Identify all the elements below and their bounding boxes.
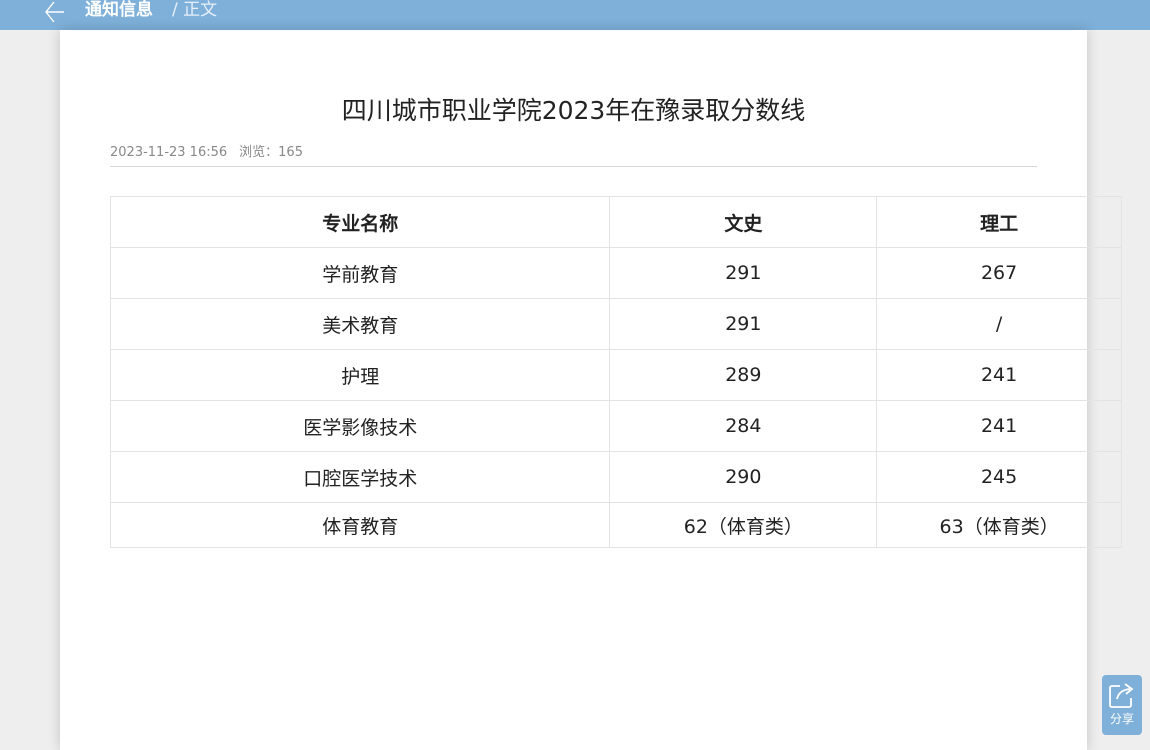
- publish-date: 2023-11-23 16:56: [110, 145, 228, 160]
- table-row: 美术教育 291 /: [109, 298, 1122, 350]
- table-row: 护理 289 241: [109, 349, 1122, 401]
- liberal-arts-score-cell: 291: [609, 298, 878, 350]
- liberal-arts-score-cell: 284: [609, 400, 878, 452]
- share-icon: [1102, 679, 1142, 711]
- table-row: 医学影像技术 284 241: [109, 400, 1122, 452]
- science-score-cell: 241: [876, 349, 1122, 401]
- major-cell: 美术教育: [109, 298, 611, 350]
- liberal-arts-score-cell: 291: [609, 247, 878, 299]
- major-cell: 护理: [109, 349, 611, 401]
- science-score-cell: /: [876, 298, 1122, 350]
- back-button[interactable]: [40, 0, 70, 26]
- article-meta: 2023-11-23 16:56 浏览：165: [110, 144, 1037, 167]
- header-science: 理工: [876, 196, 1122, 248]
- view-count: 浏览：165: [239, 145, 303, 160]
- science-score-cell: 63（体育类）: [876, 502, 1122, 548]
- header-major: 专业名称: [109, 196, 611, 248]
- major-cell: 医学影像技术: [109, 400, 611, 452]
- liberal-arts-score-cell: 290: [609, 451, 878, 503]
- top-bar: 通知信息 / 正文: [0, 0, 1150, 30]
- major-cell: 体育教育: [109, 502, 611, 548]
- table-row: 口腔医学技术 290 245: [109, 451, 1122, 503]
- table-row: 体育教育 62（体育类） 63（体育类）: [109, 502, 1122, 548]
- science-score-cell: 245: [876, 451, 1122, 503]
- header-liberal-arts: 文史: [609, 196, 878, 248]
- table-row: 学前教育 291 267: [109, 247, 1122, 299]
- table-header-row: 专业名称 文史 理工: [109, 196, 1122, 248]
- major-cell: 学前教育: [109, 247, 611, 299]
- article-title: 四川城市职业学院2023年在豫录取分数线: [341, 96, 806, 125]
- breadcrumb-section-link[interactable]: 通知信息: [85, 0, 153, 22]
- liberal-arts-score-cell: 62（体育类）: [609, 502, 878, 548]
- share-label: 分享: [1109, 712, 1134, 726]
- score-table: 专业名称 文史 理工 学前教育 291 267 美术教育 291 / 护理 28…: [109, 196, 1122, 548]
- science-score-cell: 241: [876, 400, 1122, 452]
- major-cell: 口腔医学技术: [109, 451, 611, 503]
- back-arrow-icon: [40, 0, 70, 26]
- share-button[interactable]: 分享: [1102, 675, 1142, 735]
- liberal-arts-score-cell: 289: [609, 349, 878, 401]
- breadcrumb-current: / 正文: [172, 0, 218, 20]
- science-score-cell: 267: [876, 247, 1122, 299]
